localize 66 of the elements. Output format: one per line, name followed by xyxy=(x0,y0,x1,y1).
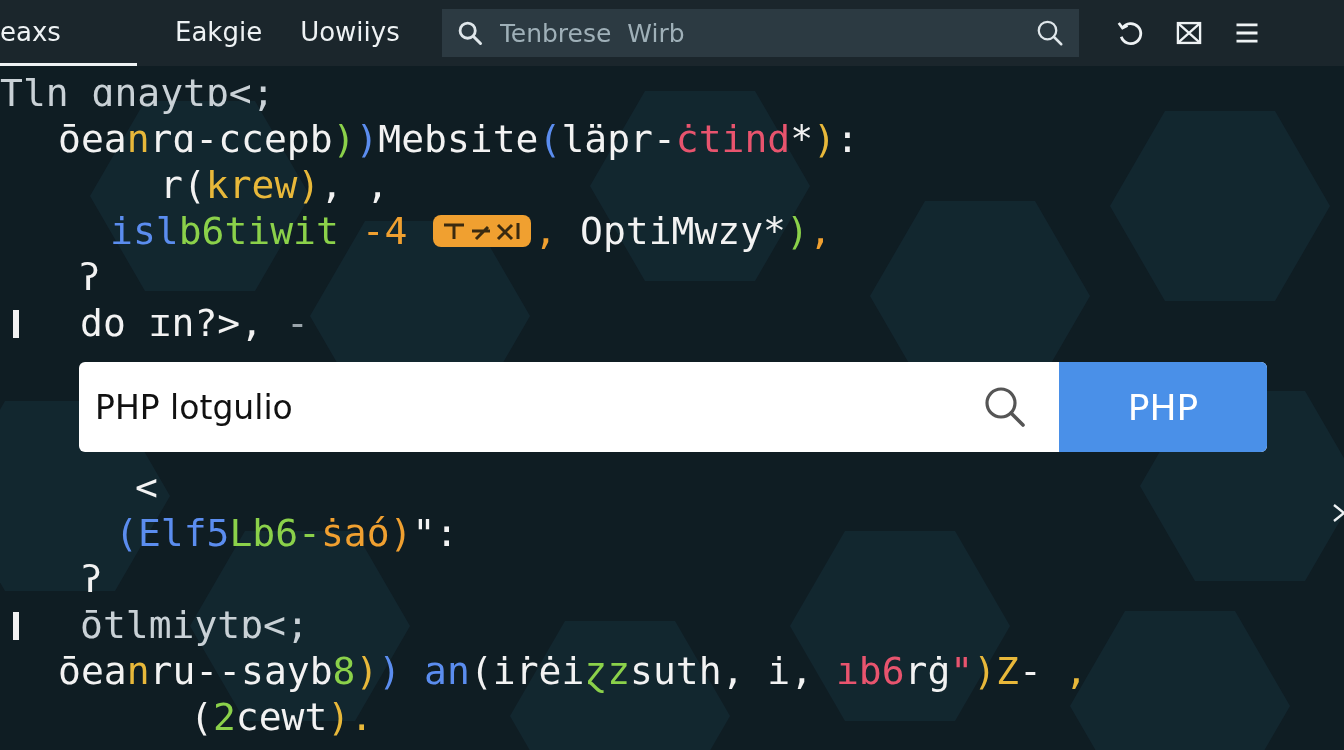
code-token: ɑnaytɒ<; xyxy=(90,71,275,115)
code-token: n xyxy=(126,117,150,161)
code-token: ) xyxy=(786,209,809,253)
code-token: rɑ-ccepb xyxy=(149,117,333,161)
code-token: ɀz xyxy=(584,649,631,693)
code-token: suth, i, xyxy=(630,649,815,693)
code-token: , xyxy=(1063,649,1088,693)
code-token: an xyxy=(423,649,470,693)
code-token: krew xyxy=(205,163,298,207)
code-token: , xyxy=(534,209,558,253)
code-token: ʔ xyxy=(80,557,103,601)
code-token: ru--sayb xyxy=(149,649,333,693)
code-token: ṡaó xyxy=(320,511,390,555)
code-token: ) xyxy=(378,649,402,693)
code-token: ) xyxy=(355,649,379,693)
code-token: (iṙėi xyxy=(469,649,585,693)
code-token: ōea xyxy=(58,117,127,161)
code-token: ) xyxy=(327,695,351,739)
search-input[interactable]: Tenbrese Wirb xyxy=(497,17,1021,49)
tab[interactable]: eaxs xyxy=(0,0,137,66)
code-token: b6tiwit xyxy=(178,209,339,253)
code-token: ": xyxy=(412,511,459,555)
code-token: ) xyxy=(355,117,379,161)
code-token: " xyxy=(950,649,974,693)
code-token: -4 xyxy=(360,209,409,253)
code-token: , , xyxy=(320,163,389,207)
tab[interactable]: Eakgie xyxy=(175,0,263,66)
code-token: läpr- xyxy=(561,117,676,161)
code-token: ) xyxy=(332,117,356,161)
code-token: 2 xyxy=(212,695,236,739)
code-token: ( xyxy=(115,511,138,555)
code-token: * xyxy=(763,209,786,253)
code-token: : xyxy=(835,117,859,161)
code-token: r( xyxy=(160,163,206,207)
code-token: Lb6- xyxy=(229,511,321,555)
code-token: Tln xyxy=(0,71,69,115)
code-token: ) xyxy=(813,117,836,161)
code-token: - xyxy=(284,301,309,345)
code-token: - xyxy=(1019,649,1042,693)
code-token: rġ xyxy=(904,649,951,693)
search-field[interactable]: PHP lotgulio PHP xyxy=(79,362,1267,452)
code-token: n xyxy=(126,649,150,693)
code-token: ōtlmiytɒ<; xyxy=(80,603,309,647)
code-token: ( xyxy=(538,117,562,161)
search-field[interactable]: Tenbrese Wirb xyxy=(441,9,1079,57)
code-token: Elf5 xyxy=(137,511,230,555)
code-token: . xyxy=(350,695,374,739)
tab[interactable]: Uowiiys xyxy=(300,0,400,66)
code-token: cewt xyxy=(235,695,328,739)
code-token: ( xyxy=(190,695,213,739)
code-token: * xyxy=(790,117,814,161)
code-token: 8 xyxy=(332,649,356,693)
code-token: Mebsite xyxy=(378,117,539,161)
code-token: < xyxy=(135,465,158,509)
code-token: OptiMwzy xyxy=(579,209,764,253)
code-token: ōea xyxy=(58,649,127,693)
code-token: ) xyxy=(297,163,321,207)
code-token: ıb6 xyxy=(835,649,905,693)
code-token: do ɪn?>, xyxy=(80,301,264,345)
code-token: ċtind xyxy=(675,117,791,161)
code-token: isl xyxy=(110,209,179,253)
code-token: )Z xyxy=(973,649,1019,693)
code-token: ) xyxy=(389,511,413,555)
mail-icon[interactable] xyxy=(1174,19,1203,47)
code-token: , xyxy=(808,209,832,253)
code-token: ʔ xyxy=(78,255,101,299)
